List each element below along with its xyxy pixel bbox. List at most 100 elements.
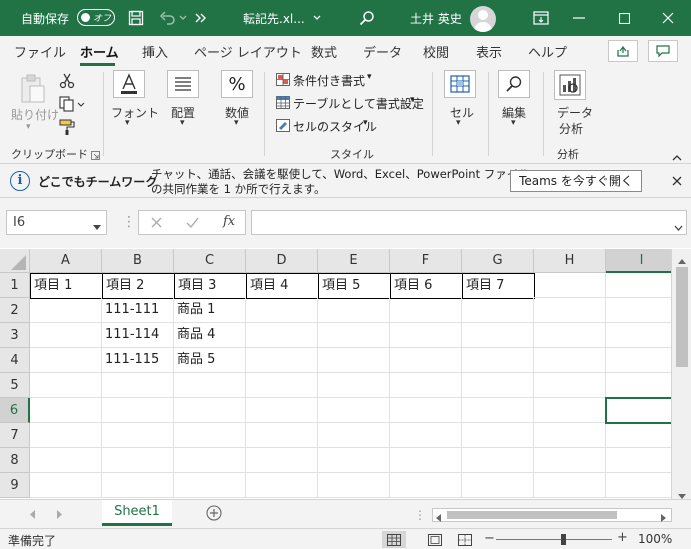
zoom-slider[interactable] xyxy=(496,539,612,540)
data-analysis-label-2[interactable]: 分析 xyxy=(559,120,583,137)
row-header[interactable]: 6 xyxy=(0,398,30,423)
cell[interactable]: 項目 2 xyxy=(102,273,175,299)
data-analysis-label-1[interactable]: データ xyxy=(557,104,593,121)
tab-home[interactable]: ホーム xyxy=(80,42,119,61)
normal-view-icon[interactable] xyxy=(382,531,406,548)
avatar[interactable] xyxy=(470,6,496,32)
next-sheet-icon[interactable] xyxy=(57,508,63,522)
tab-page-layout[interactable]: ページ レイアウト xyxy=(194,42,302,61)
cell[interactable] xyxy=(30,298,102,323)
cell[interactable] xyxy=(30,398,102,423)
format-as-table-icon[interactable] xyxy=(276,96,290,112)
cell[interactable] xyxy=(318,398,390,423)
paste-icon[interactable] xyxy=(20,74,46,107)
collapse-ribbon-icon[interactable] xyxy=(672,150,682,164)
maximize-icon[interactable] xyxy=(612,6,636,30)
undo-dropdown-icon[interactable] xyxy=(176,6,190,30)
cell[interactable] xyxy=(174,398,246,423)
cell[interactable] xyxy=(534,448,606,473)
name-box[interactable]: I6 xyxy=(6,210,107,235)
cell[interactable] xyxy=(534,348,606,373)
row-header[interactable]: 4 xyxy=(0,348,30,373)
font-button[interactable]: フォント xyxy=(111,104,159,121)
editing-dropdown-icon[interactable]: ▾ xyxy=(511,118,516,128)
cell[interactable] xyxy=(246,473,318,498)
enter-icon[interactable] xyxy=(186,217,199,231)
cell[interactable] xyxy=(462,298,534,323)
share-button[interactable] xyxy=(608,40,638,62)
font-icon[interactable] xyxy=(113,70,145,98)
number-dropdown-icon[interactable]: ▾ xyxy=(234,118,239,128)
select-all-button[interactable] xyxy=(0,249,30,273)
tab-file[interactable]: ファイル xyxy=(14,42,66,61)
column-header[interactable]: D xyxy=(246,249,318,273)
zoom-level[interactable]: 100% xyxy=(638,532,672,546)
tab-data[interactable]: データ xyxy=(363,42,402,61)
data-analysis-icon[interactable] xyxy=(554,70,586,100)
cell[interactable] xyxy=(390,473,462,498)
cell[interactable] xyxy=(30,473,102,498)
cell[interactable] xyxy=(30,423,102,448)
page-break-view-icon[interactable] xyxy=(453,531,477,548)
cell[interactable] xyxy=(318,473,390,498)
cell[interactable]: 111-115 xyxy=(102,348,174,373)
cell[interactable] xyxy=(102,373,174,398)
cell[interactable] xyxy=(174,448,246,473)
cell[interactable] xyxy=(246,348,318,373)
cell[interactable] xyxy=(390,448,462,473)
cell[interactable] xyxy=(606,423,671,448)
cell[interactable] xyxy=(318,298,390,323)
file-name[interactable]: 転記先.xl... xyxy=(243,10,305,27)
column-header[interactable]: F xyxy=(390,249,462,273)
column-header[interactable]: H xyxy=(534,249,606,273)
tab-split-grip-icon[interactable]: ⋮ xyxy=(414,508,426,522)
cut-icon[interactable] xyxy=(59,73,75,92)
cell[interactable] xyxy=(318,423,390,448)
row-header[interactable]: 7 xyxy=(0,423,30,448)
open-teams-button[interactable]: Teams を今すぐ開く xyxy=(510,170,642,192)
cells-button[interactable]: セル xyxy=(450,104,474,121)
cell[interactable] xyxy=(606,473,671,498)
spreadsheet-grid[interactable]: A B C D E F G H I 1 項目 1 項目 2 項目 3 項目 4 項目 5 項目 6 項目 7 2 1… xyxy=(0,249,671,499)
close-icon[interactable] xyxy=(656,6,680,30)
row-header[interactable]: 1 xyxy=(0,273,30,298)
ribbon-display-icon[interactable] xyxy=(529,6,553,30)
cell[interactable] xyxy=(174,423,246,448)
tab-review[interactable]: 校閲 xyxy=(423,42,449,61)
row-header[interactable]: 5 xyxy=(0,373,30,398)
horizontal-scrollbar[interactable] xyxy=(432,508,672,522)
zoom-slider-thumb[interactable] xyxy=(561,534,566,545)
vertical-scrollbar[interactable] xyxy=(671,249,691,499)
expand-formula-icon[interactable] xyxy=(674,220,683,234)
tab-insert[interactable]: 挿入 xyxy=(142,42,168,61)
cell[interactable] xyxy=(102,423,174,448)
cell[interactable] xyxy=(534,373,606,398)
cell[interactable] xyxy=(318,323,390,348)
cell[interactable] xyxy=(390,323,462,348)
paste-dropdown-icon[interactable]: ▾ xyxy=(26,122,31,132)
cell[interactable]: 111-114 xyxy=(102,323,174,348)
clipboard-launcher-icon[interactable] xyxy=(91,149,100,163)
add-sheet-icon[interactable] xyxy=(206,505,222,524)
cell-styles-icon[interactable] xyxy=(276,119,290,135)
cell[interactable]: 項目 6 xyxy=(390,273,463,299)
cell[interactable] xyxy=(534,473,606,498)
cell[interactable] xyxy=(30,348,102,373)
format-as-table-dropdown-icon[interactable]: ▾ xyxy=(410,95,415,105)
cancel-icon[interactable] xyxy=(151,217,162,231)
cell-styles-dropdown-icon[interactable]: ▾ xyxy=(363,118,368,128)
cell[interactable] xyxy=(102,398,174,423)
cell[interactable] xyxy=(174,473,246,498)
cell[interactable] xyxy=(318,448,390,473)
cell[interactable] xyxy=(390,373,462,398)
cell[interactable] xyxy=(534,273,606,298)
cell[interactable] xyxy=(246,398,318,423)
cell[interactable] xyxy=(102,448,174,473)
cell[interactable] xyxy=(534,423,606,448)
row-header[interactable]: 9 xyxy=(0,473,30,498)
prev-sheet-icon[interactable] xyxy=(30,508,36,522)
tab-formulas[interactable]: 数式 xyxy=(311,42,337,61)
cell[interactable] xyxy=(318,348,390,373)
cell[interactable]: 項目 5 xyxy=(318,273,391,299)
cell[interactable] xyxy=(246,423,318,448)
